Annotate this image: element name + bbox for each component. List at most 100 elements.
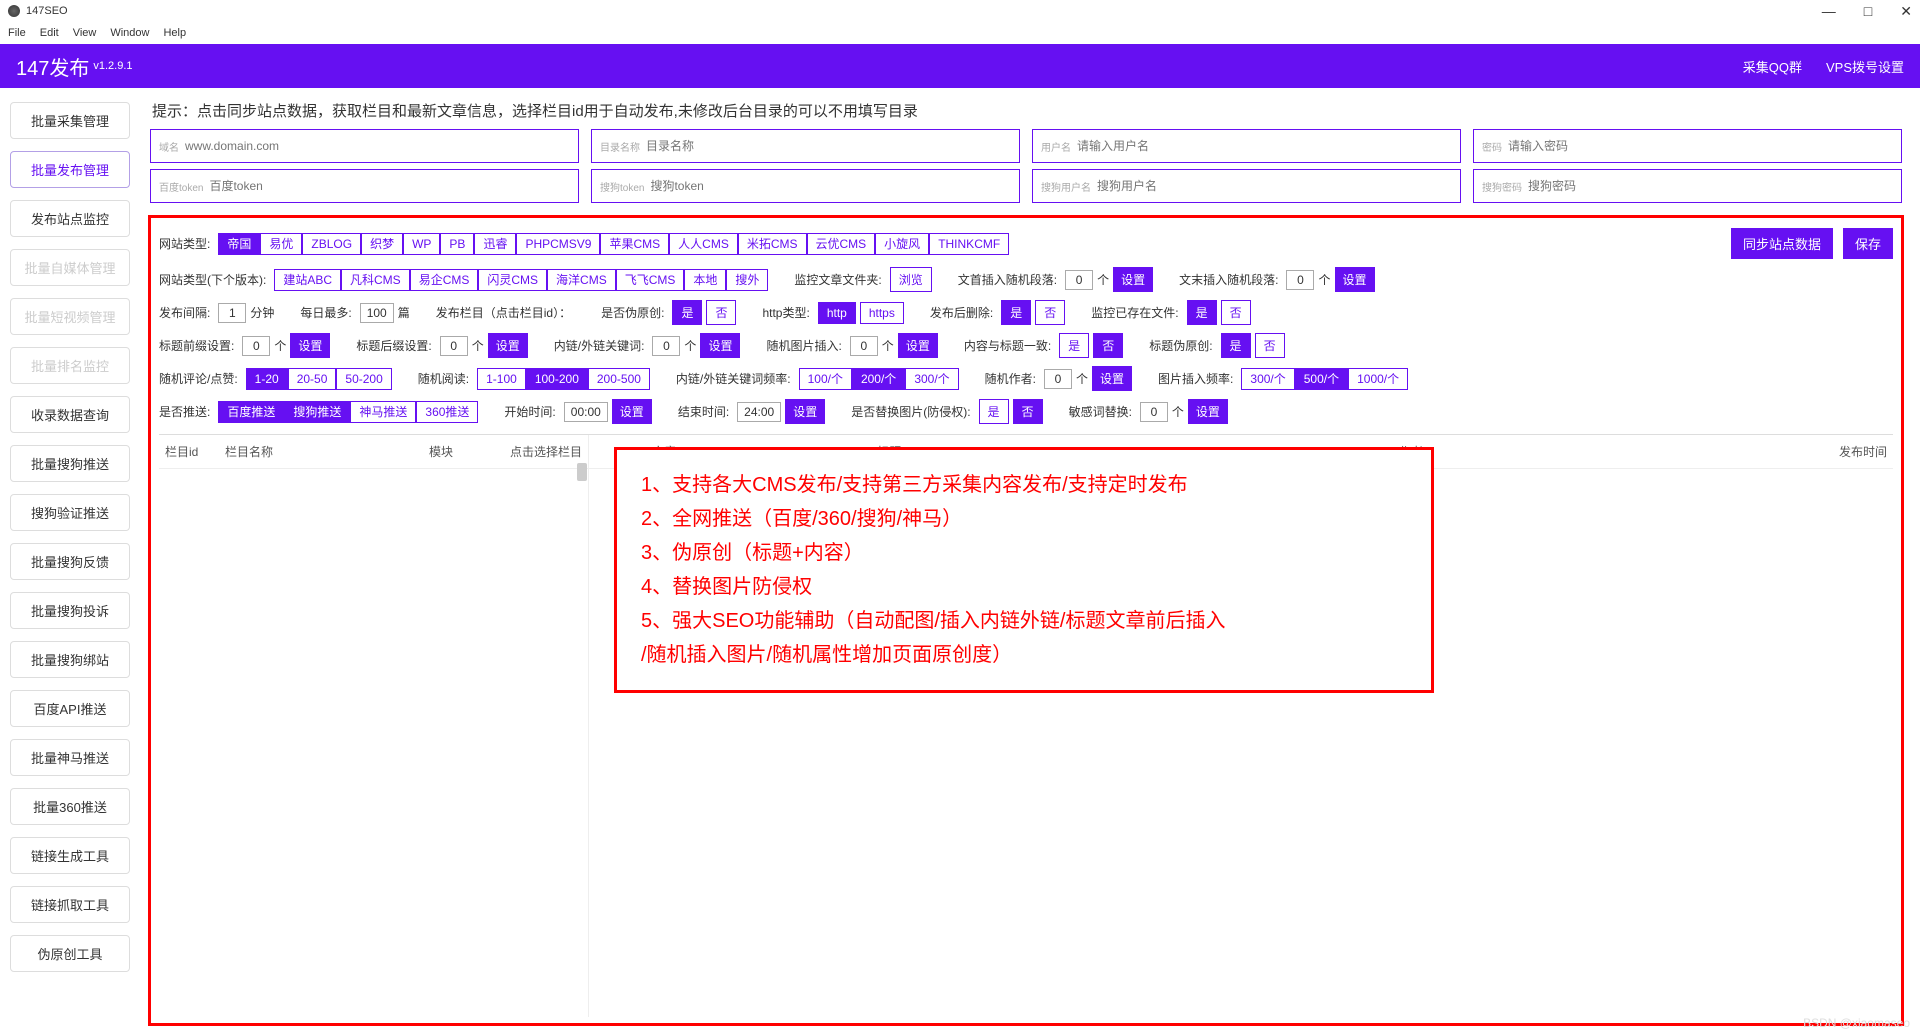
- suffix-set[interactable]: 设置: [488, 333, 528, 358]
- sidebar-item-12[interactable]: 百度API推送: [10, 690, 130, 727]
- interval-value[interactable]: 1: [218, 303, 246, 323]
- sidebar-item-10[interactable]: 批量搜狗投诉: [10, 592, 130, 629]
- sidebar-item-11[interactable]: 批量搜狗绑站: [10, 641, 130, 678]
- option-100/个[interactable]: 100/个: [799, 368, 852, 390]
- sidebar-item-5[interactable]: 批量排名监控: [10, 347, 130, 384]
- option-易企CMS[interactable]: 易企CMS: [410, 269, 479, 291]
- option-360推送[interactable]: 360推送: [416, 401, 478, 423]
- author-set[interactable]: 设置: [1092, 366, 1132, 391]
- option-小旋风[interactable]: 小旋风: [875, 233, 929, 255]
- https-option[interactable]: https: [860, 302, 904, 324]
- option-人人CMS[interactable]: 人人CMS: [669, 233, 738, 255]
- field-input[interactable]: [1528, 179, 1893, 193]
- img-set[interactable]: 设置: [898, 333, 938, 358]
- option-飞飞CMS[interactable]: 飞飞CMS: [616, 269, 685, 291]
- option-闪灵CMS[interactable]: 闪灵CMS: [478, 269, 547, 291]
- option-搜外[interactable]: 搜外: [726, 269, 768, 291]
- option-THINKCMF[interactable]: THINKCMF: [929, 233, 1009, 255]
- author-value[interactable]: 0: [1044, 369, 1072, 389]
- option-织梦[interactable]: 织梦: [361, 233, 403, 255]
- suffix-value[interactable]: 0: [440, 336, 468, 356]
- insert-head-set[interactable]: 设置: [1113, 267, 1153, 292]
- option-300/个[interactable]: 300/个: [1241, 368, 1294, 390]
- option-易优[interactable]: 易优: [260, 233, 302, 255]
- option-100-200[interactable]: 100-200: [526, 368, 588, 390]
- option-云优CMS[interactable]: 云优CMS: [807, 233, 876, 255]
- option-ZBLOG[interactable]: ZBLOG: [302, 233, 361, 255]
- option-1-20[interactable]: 1-20: [246, 368, 288, 390]
- option-200-500[interactable]: 200-500: [588, 368, 650, 390]
- insert-tail-set[interactable]: 设置: [1335, 267, 1375, 292]
- menu-file[interactable]: File: [8, 27, 26, 39]
- menu-view[interactable]: View: [73, 27, 97, 39]
- end-value[interactable]: 24:00: [737, 402, 781, 422]
- sidebar-item-7[interactable]: 批量搜狗推送: [10, 445, 130, 482]
- menu-window[interactable]: Window: [110, 27, 149, 39]
- prefix-value[interactable]: 0: [242, 336, 270, 356]
- link-vps-dial[interactable]: VPS拨号设置: [1826, 57, 1904, 76]
- option-搜狗推送[interactable]: 搜狗推送: [284, 401, 350, 423]
- rep-yes[interactable]: 是: [979, 399, 1009, 424]
- option-200/个[interactable]: 200/个: [852, 368, 905, 390]
- sync-button[interactable]: 同步站点数据: [1731, 228, 1833, 259]
- option-PB[interactable]: PB: [440, 233, 474, 255]
- sens-set[interactable]: 设置: [1188, 399, 1228, 424]
- option-PHPCMSV9[interactable]: PHPCMSV9: [516, 233, 600, 255]
- option-建站ABC[interactable]: 建站ABC: [274, 269, 341, 291]
- sidebar-item-2[interactable]: 发布站点监控: [10, 200, 130, 237]
- option-帝国[interactable]: 帝国: [218, 233, 260, 255]
- browse-button[interactable]: 浏览: [890, 267, 932, 292]
- menu-help[interactable]: Help: [163, 27, 186, 39]
- end-set[interactable]: 设置: [785, 399, 825, 424]
- img-value[interactable]: 0: [850, 336, 878, 356]
- save-button[interactable]: 保存: [1843, 228, 1893, 259]
- sidebar-item-17[interactable]: 伪原创工具: [10, 935, 130, 972]
- option-WP[interactable]: WP: [403, 233, 440, 255]
- link-value[interactable]: 0: [652, 336, 680, 356]
- rep-no[interactable]: 否: [1013, 399, 1043, 424]
- field-input[interactable]: [209, 179, 570, 193]
- field-input[interactable]: [185, 139, 570, 153]
- del-yes[interactable]: 是: [1001, 300, 1031, 325]
- mon-yes[interactable]: 是: [1187, 300, 1217, 325]
- sidebar-item-4[interactable]: 批量短视频管理: [10, 298, 130, 335]
- option-1-100[interactable]: 1-100: [477, 368, 526, 390]
- link-set[interactable]: 设置: [700, 333, 740, 358]
- option-1000/个[interactable]: 1000/个: [1348, 368, 1408, 390]
- insert-tail-value[interactable]: 0: [1286, 270, 1314, 290]
- scrollbar-thumb[interactable]: [577, 463, 587, 481]
- sidebar-item-16[interactable]: 链接抓取工具: [10, 886, 130, 923]
- sidebar-item-15[interactable]: 链接生成工具: [10, 837, 130, 874]
- option-本地[interactable]: 本地: [684, 269, 726, 291]
- sidebar-item-13[interactable]: 批量神马推送: [10, 739, 130, 776]
- field-input[interactable]: [650, 179, 1011, 193]
- minimize-icon[interactable]: —: [1822, 3, 1836, 20]
- option-海洋CMS[interactable]: 海洋CMS: [547, 269, 616, 291]
- mon-no[interactable]: 否: [1221, 300, 1251, 325]
- same-yes[interactable]: 是: [1059, 333, 1089, 358]
- option-神马推送[interactable]: 神马推送: [350, 401, 416, 423]
- link-qq-group[interactable]: 采集QQ群: [1743, 57, 1802, 76]
- option-迅睿[interactable]: 迅睿: [474, 233, 516, 255]
- field-input[interactable]: [1097, 179, 1452, 193]
- same-no[interactable]: 否: [1093, 333, 1123, 358]
- maximize-icon[interactable]: □: [1864, 3, 1872, 20]
- close-icon[interactable]: ✕: [1900, 3, 1912, 20]
- sidebar-item-1[interactable]: 批量发布管理: [10, 151, 130, 188]
- option-500/个[interactable]: 500/个: [1295, 368, 1348, 390]
- sidebar-item-3[interactable]: 批量自媒体管理: [10, 249, 130, 286]
- option-凡科CMS[interactable]: 凡科CMS: [341, 269, 410, 291]
- prefix-set[interactable]: 设置: [290, 333, 330, 358]
- start-set[interactable]: 设置: [612, 399, 652, 424]
- field-input[interactable]: [646, 139, 1011, 153]
- option-百度推送[interactable]: 百度推送: [218, 401, 284, 423]
- option-米拓CMS[interactable]: 米拓CMS: [738, 233, 807, 255]
- insert-head-value[interactable]: 0: [1065, 270, 1093, 290]
- menu-edit[interactable]: Edit: [40, 27, 59, 39]
- field-input[interactable]: [1077, 139, 1452, 153]
- start-value[interactable]: 00:00: [564, 402, 608, 422]
- titorig-yes[interactable]: 是: [1221, 333, 1251, 358]
- option-50-200[interactable]: 50-200: [336, 368, 391, 390]
- http-option[interactable]: http: [818, 302, 856, 324]
- sidebar-item-8[interactable]: 搜狗验证推送: [10, 494, 130, 531]
